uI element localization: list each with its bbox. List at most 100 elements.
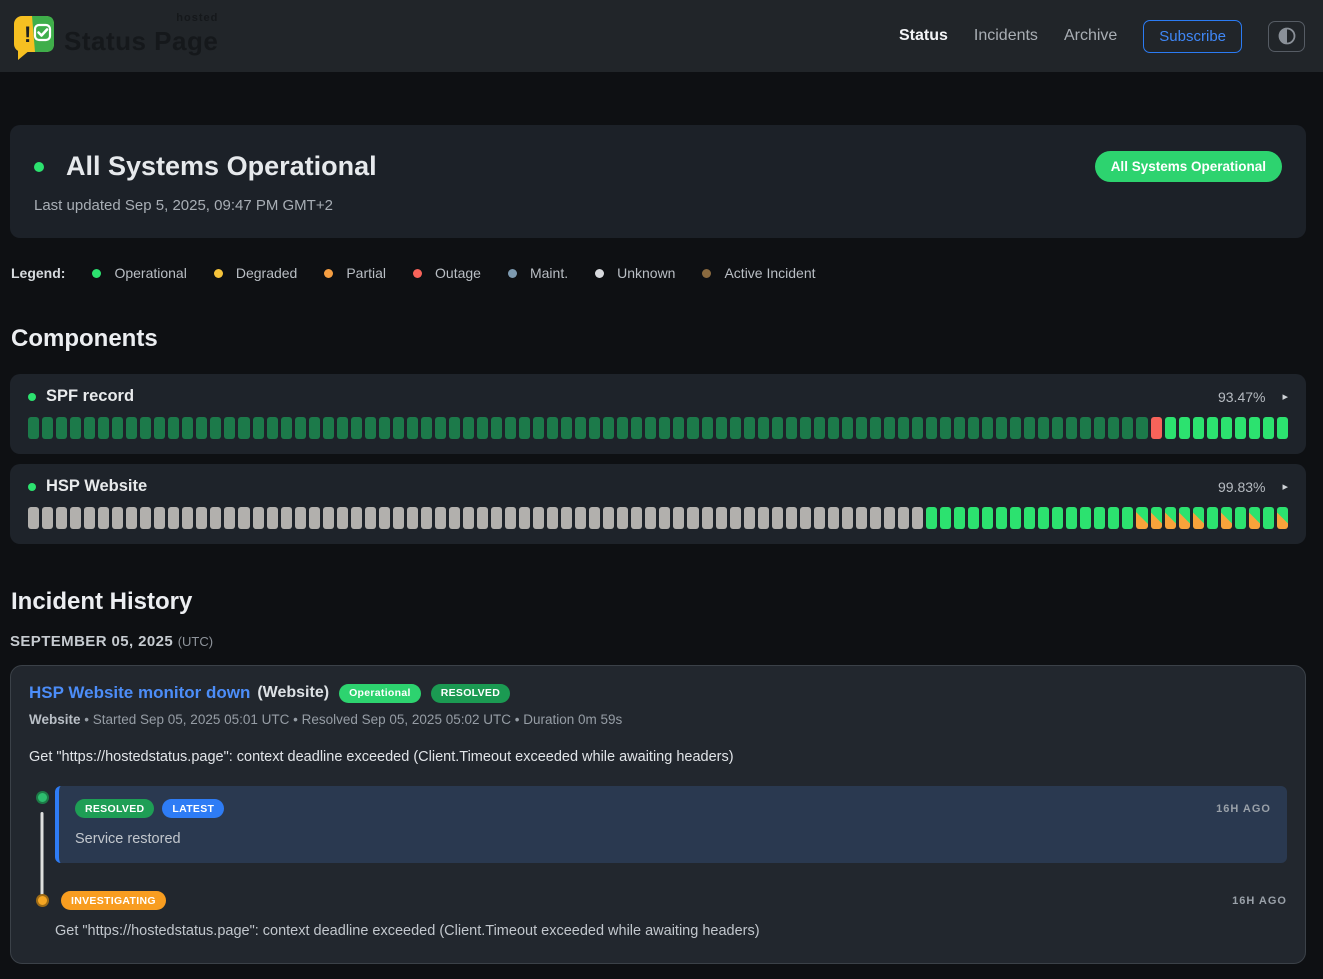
uptime-bar	[365, 417, 376, 439]
badge-latest: LATEST	[162, 799, 224, 818]
incident-date-timezone: (UTC)	[178, 634, 213, 649]
uptime-bar	[224, 507, 235, 529]
component-card-hsp-website[interactable]: HSP Website99.83%▸	[10, 464, 1306, 544]
nav-incidents[interactable]: Incidents	[974, 27, 1038, 45]
nav-status[interactable]: Status	[899, 27, 948, 45]
brand[interactable]: ! hosted Status Page	[10, 10, 218, 62]
uptime-bar	[281, 507, 292, 529]
uptime-bar	[1108, 417, 1119, 439]
uptime-bar	[772, 507, 783, 529]
uptime-bar	[1165, 417, 1176, 439]
timeline-rail	[29, 889, 55, 939]
uptime-bar	[1052, 507, 1063, 529]
uptime-bar	[730, 417, 741, 439]
uptime-bar	[1179, 417, 1190, 439]
uptime-bar	[98, 417, 109, 439]
uptime-bar	[1193, 507, 1204, 529]
uptime-bar	[1066, 507, 1077, 529]
incident-update: INVESTIGATING16H AGOGet "https://hosteds…	[29, 889, 1287, 939]
uptime-bar	[281, 417, 292, 439]
uptime-bar	[673, 417, 684, 439]
uptime-bar	[758, 417, 769, 439]
last-updated-text: Last updated Sep 5, 2025, 09:47 PM GMT+2	[34, 197, 1282, 214]
badge-resolved: RESOLVED	[431, 684, 510, 703]
incident-card: HSP Website monitor down (Website) Opera…	[10, 665, 1306, 964]
uptime-bar	[1165, 507, 1176, 529]
uptime-bar	[1066, 417, 1077, 439]
uptime-bar	[603, 507, 614, 529]
legend-item-label: Degraded	[236, 265, 298, 281]
uptime-bar	[407, 417, 418, 439]
uptime-bar	[772, 417, 783, 439]
nav-archive[interactable]: Archive	[1064, 27, 1117, 45]
component-card-spf-record[interactable]: SPF record93.47%▸	[10, 374, 1306, 454]
uptime-bar	[267, 417, 278, 439]
uptime-bar	[842, 417, 853, 439]
uptime-bar	[491, 507, 502, 529]
uptime-bar	[267, 507, 278, 529]
uptime-bar	[828, 417, 839, 439]
uptime-bar	[56, 417, 67, 439]
uptime-bar	[659, 417, 670, 439]
uptime-bar	[42, 417, 53, 439]
uptime-bar	[84, 507, 95, 529]
uptime-bar	[786, 507, 797, 529]
update-message: Service restored	[75, 831, 1271, 847]
legend-item-unknown: Unknown	[595, 265, 675, 281]
uptime-bar	[337, 417, 348, 439]
uptime-bar	[912, 417, 923, 439]
uptime-bar	[982, 507, 993, 529]
uptime-bar	[1263, 417, 1274, 439]
uptime-bar	[1277, 417, 1288, 439]
uptime-bar	[856, 417, 867, 439]
uptime-bar	[1038, 417, 1049, 439]
update-content: INVESTIGATING16H AGOGet "https://hosteds…	[55, 889, 1287, 939]
uptime-bar	[1122, 417, 1133, 439]
theme-toggle-button[interactable]	[1268, 21, 1305, 52]
uptime-bar	[758, 507, 769, 529]
incident-title-link[interactable]: HSP Website monitor down	[29, 683, 250, 703]
uptime-bar	[828, 507, 839, 529]
components-list: SPF record93.47%▸HSP Website99.83%▸	[10, 374, 1306, 544]
incident-description: Get "https://hostedstatus.page": context…	[29, 749, 1287, 765]
uptime-bar	[814, 417, 825, 439]
incident-updates-timeline: RESOLVEDLATEST16H AGOService restoredINV…	[29, 786, 1287, 939]
uptime-bar	[196, 507, 207, 529]
uptime-bar	[716, 507, 727, 529]
uptime-bar	[561, 507, 572, 529]
uptime-bar	[393, 507, 404, 529]
legend-label: Legend:	[11, 265, 65, 281]
uptime-bar	[996, 417, 1007, 439]
contrast-icon	[1278, 27, 1296, 45]
uptime-bar	[884, 417, 895, 439]
uptime-bar	[379, 507, 390, 529]
component-uptime-percent: 93.47%	[1218, 389, 1265, 405]
uptime-bar	[1179, 507, 1190, 529]
expand-arrow-icon[interactable]: ▸	[1282, 480, 1288, 493]
uptime-bar	[575, 417, 586, 439]
subscribe-button[interactable]: Subscribe	[1143, 20, 1242, 53]
uptime-bar	[940, 417, 951, 439]
uptime-bar	[645, 507, 656, 529]
uptime-bar	[1024, 417, 1035, 439]
uptime-bar	[926, 507, 937, 529]
uptime-bar	[1136, 507, 1147, 529]
components-title: Components	[11, 325, 1306, 353]
uptime-bar	[295, 417, 306, 439]
uptime-bar	[210, 417, 221, 439]
uptime-bar	[687, 417, 698, 439]
uptime-bar	[28, 507, 39, 529]
uptime-bar	[1221, 417, 1232, 439]
incident-meta: Website • Started Sep 05, 2025 05:01 UTC…	[29, 712, 1287, 727]
main-nav: Status Incidents Archive Subscribe	[899, 20, 1305, 53]
expand-arrow-icon[interactable]: ▸	[1282, 390, 1288, 403]
uptime-bar	[547, 507, 558, 529]
uptime-bar	[435, 417, 446, 439]
uptime-bar	[1108, 507, 1119, 529]
uptime-bar	[1151, 507, 1162, 529]
nav-links: Status Incidents Archive	[899, 27, 1117, 45]
uptime-bar	[926, 417, 937, 439]
uptime-bar	[968, 507, 979, 529]
uptime-bar	[744, 507, 755, 529]
uptime-bar	[421, 417, 432, 439]
